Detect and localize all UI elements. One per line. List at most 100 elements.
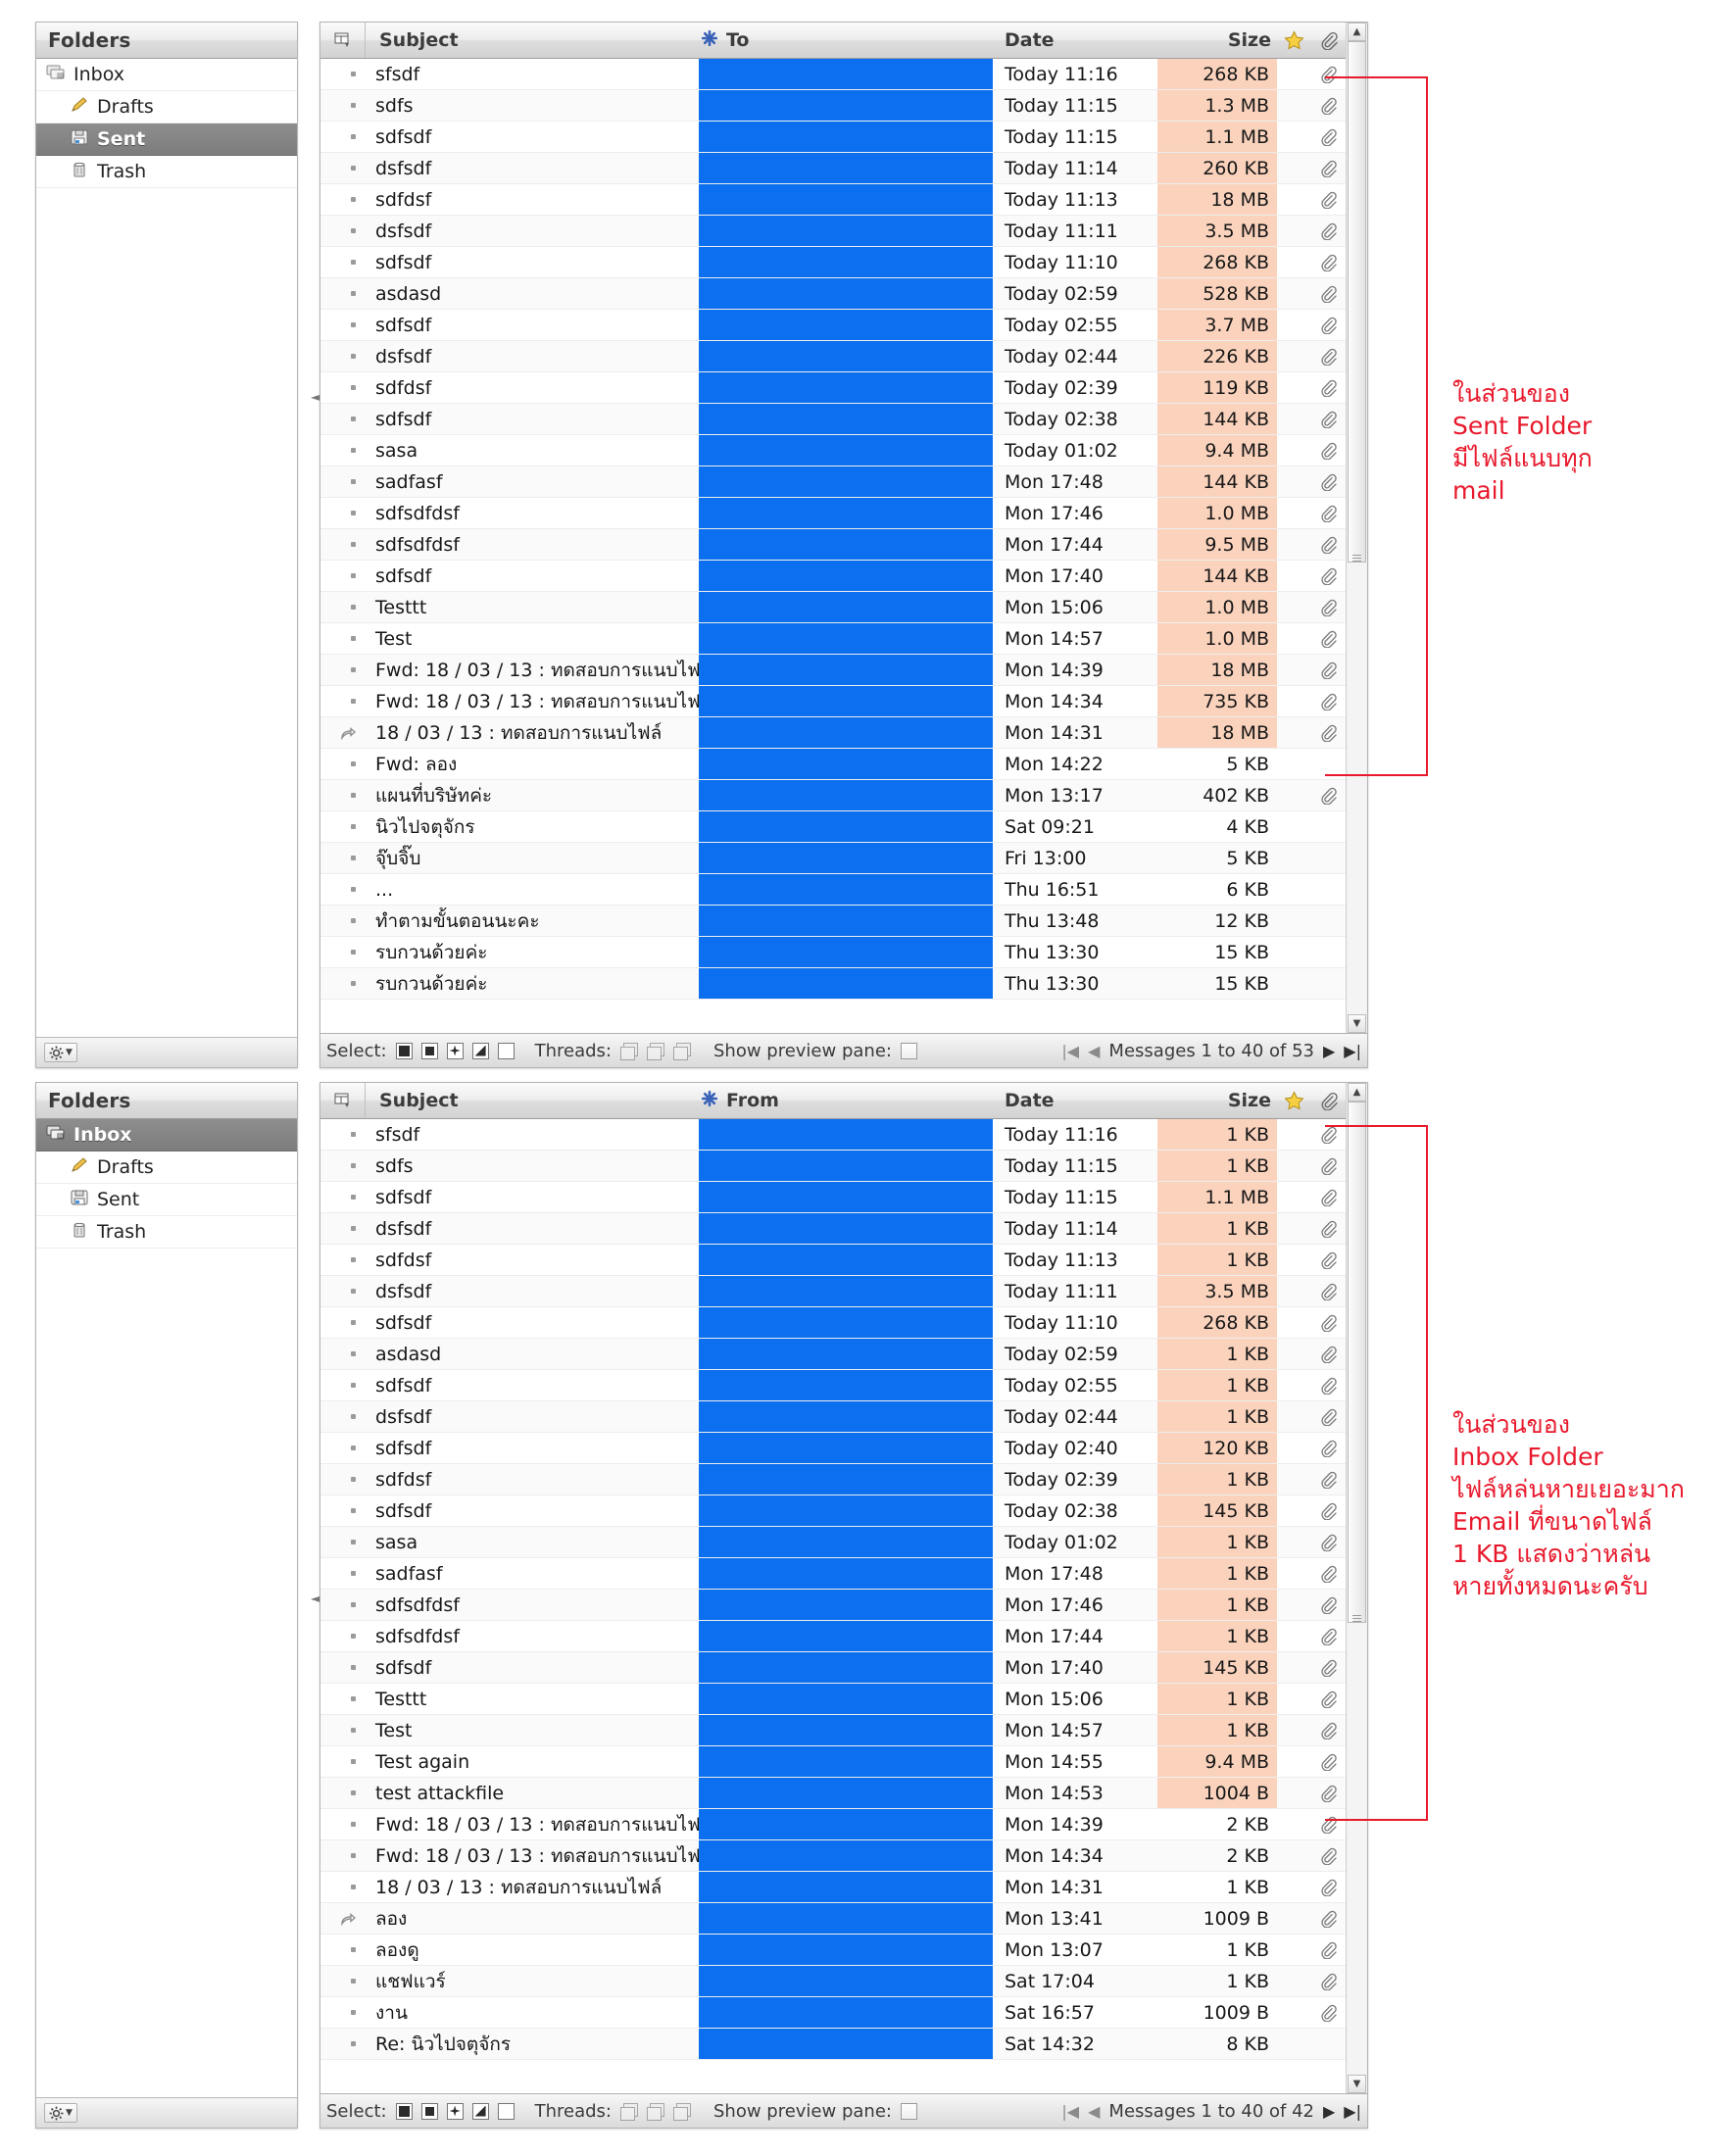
unread-dot-icon[interactable] <box>320 278 366 309</box>
pane-splitter[interactable]: ◄ <box>310 22 319 1068</box>
table-row[interactable]: dsfsdf Today 11:14 260 KB <box>320 153 1346 184</box>
cell-subject[interactable]: 18 / 03 / 13 : ทดสอบการแนบไฟล์ <box>366 1872 699 1902</box>
unread-dot-icon[interactable] <box>320 435 366 466</box>
forwarded-icon[interactable] <box>320 1903 366 1934</box>
folder-item-trash[interactable]: Trash <box>36 1216 297 1249</box>
select-page-button[interactable] <box>420 1042 438 1059</box>
cell-subject[interactable]: ลองดู <box>366 1935 699 1965</box>
cell-star-toggle[interactable] <box>1277 1182 1310 1212</box>
cell-star-toggle[interactable] <box>1277 623 1310 654</box>
unread-dot-icon[interactable] <box>320 1307 366 1338</box>
cell-subject[interactable]: นิวไปจตุจักร <box>366 811 699 842</box>
cell-subject[interactable]: Testtt <box>366 1684 699 1714</box>
unread-dot-icon[interactable] <box>320 1276 366 1306</box>
table-row[interactable]: Fwd: 18 / 03 / 13 : ทดสอบการแนบไฟล์ Mon 1… <box>320 686 1346 717</box>
cell-star-toggle[interactable] <box>1277 529 1310 560</box>
scrollbar-track[interactable] <box>1348 1102 1366 2075</box>
cell-subject[interactable]: test attackfile <box>366 1778 699 1808</box>
table-row[interactable]: sasa Today 01:02 9.4 MB <box>320 435 1346 466</box>
cell-star-toggle[interactable] <box>1277 1213 1310 1244</box>
unread-dot-icon[interactable] <box>320 1715 366 1745</box>
table-row[interactable]: sdfdsf Today 02:39 119 KB <box>320 372 1346 404</box>
unread-dot-icon[interactable] <box>320 59 366 89</box>
cell-subject[interactable]: Re: นิวไปจตุจักร <box>366 2029 699 2059</box>
table-row[interactable]: 18 / 03 / 13 : ทดสอบการแนบไฟล์ Mon 14:31 1… <box>320 1872 1346 1903</box>
cell-star-toggle[interactable] <box>1277 811 1310 842</box>
cell-star-toggle[interactable] <box>1277 435 1310 466</box>
unread-dot-icon[interactable] <box>320 1370 366 1400</box>
folder-item-inbox[interactable]: Inbox <box>36 1119 297 1152</box>
table-row[interactable]: sdfs Today 11:15 1 KB <box>320 1151 1346 1182</box>
table-row[interactable]: test attackfile Mon 14:53 1004 B <box>320 1778 1346 1809</box>
cell-star-toggle[interactable] <box>1277 717 1310 748</box>
unread-dot-icon[interactable] <box>320 655 366 685</box>
paperclip-icon[interactable] <box>1310 23 1346 58</box>
cell-subject[interactable]: dsfsdf <box>366 1401 699 1432</box>
cell-star-toggle[interactable] <box>1277 216 1310 246</box>
cell-star-toggle[interactable] <box>1277 341 1310 371</box>
cell-star-toggle[interactable] <box>1277 1621 1310 1651</box>
cell-star-toggle[interactable] <box>1277 90 1310 121</box>
preview-pane-checkbox[interactable] <box>900 1042 917 1059</box>
next-page-button[interactable]: ▶ <box>1323 2102 1335 2121</box>
unread-dot-icon[interactable] <box>320 1433 366 1463</box>
cell-star-toggle[interactable] <box>1277 686 1310 716</box>
cell-star-toggle[interactable] <box>1277 2029 1310 2059</box>
unread-dot-icon[interactable] <box>320 968 366 999</box>
table-row[interactable]: Re: นิวไปจตุจักร Sat 14:32 8 KB <box>320 2029 1346 2060</box>
table-row[interactable]: Test Mon 14:57 1 KB <box>320 1715 1346 1746</box>
cell-subject[interactable]: sfsdf <box>366 59 699 89</box>
cell-subject[interactable]: sdfsdfdsf <box>366 1590 699 1620</box>
unread-dot-icon[interactable] <box>320 811 366 842</box>
cell-subject[interactable]: sdfsdf <box>366 404 699 434</box>
cell-subject[interactable]: Fwd: 18 / 03 / 13 : ทดสอบการแนบไฟล์ <box>366 686 699 716</box>
table-row[interactable]: Testtt Mon 15:06 1.0 MB <box>320 592 1346 623</box>
table-row[interactable]: sdfsdf Today 02:40 120 KB <box>320 1433 1346 1464</box>
cell-star-toggle[interactable] <box>1277 1746 1310 1777</box>
cell-star-toggle[interactable] <box>1277 498 1310 528</box>
column-header-subject[interactable]: Subject <box>366 1083 699 1118</box>
scrollbar-track[interactable] <box>1348 41 1366 1014</box>
unread-dot-icon[interactable] <box>320 122 366 152</box>
cell-subject[interactable]: Fwd: ลอง <box>366 749 699 779</box>
cell-star-toggle[interactable] <box>1277 1433 1310 1463</box>
pane-splitter[interactable]: ◄ <box>310 1082 319 2129</box>
table-row[interactable]: Test again Mon 14:55 9.4 MB <box>320 1746 1346 1778</box>
first-page-button[interactable]: |◀ <box>1061 2102 1079 2121</box>
unread-dot-icon[interactable] <box>320 1621 366 1651</box>
cell-subject[interactable]: sdfsdf <box>366 1307 699 1338</box>
cell-star-toggle[interactable] <box>1277 184 1310 215</box>
table-row[interactable]: sdfsdf Today 02:55 3.7 MB <box>320 310 1346 341</box>
folder-item-trash[interactable]: Trash <box>36 156 297 188</box>
unread-dot-icon[interactable] <box>320 341 366 371</box>
unread-dot-icon[interactable] <box>320 1495 366 1526</box>
cell-subject[interactable]: sdfsdf <box>366 310 699 340</box>
table-row[interactable]: dsfsdf Today 11:11 3.5 MB <box>320 216 1346 247</box>
table-row[interactable]: sdfsdfdsf Mon 17:44 9.5 MB <box>320 529 1346 561</box>
cell-subject[interactable]: จุ๊บจิ๊บ <box>366 843 699 873</box>
cell-subject[interactable]: dsfsdf <box>366 216 699 246</box>
unread-dot-icon[interactable] <box>320 184 366 215</box>
cell-subject[interactable]: sdfsdf <box>366 1370 699 1400</box>
table-row[interactable]: ลองดู Mon 13:07 1 KB <box>320 1935 1346 1966</box>
cell-subject[interactable]: sdfs <box>366 90 699 121</box>
select-flagged-button[interactable] <box>471 1042 489 1059</box>
table-row[interactable]: ... Thu 16:51 6 KB <box>320 874 1346 906</box>
unread-dot-icon[interactable] <box>320 937 366 967</box>
paperclip-icon[interactable] <box>1310 1083 1346 1118</box>
folder-item-drafts[interactable]: Drafts <box>36 91 297 123</box>
cell-star-toggle[interactable] <box>1277 278 1310 309</box>
expand-unread-threads-button[interactable] <box>646 1042 664 1060</box>
column-header-from[interactable]: From <box>699 1083 993 1118</box>
cell-subject[interactable]: sdfs <box>366 1151 699 1181</box>
unread-dot-icon[interactable] <box>320 1182 366 1212</box>
scrollbar-thumb[interactable] <box>1348 41 1366 563</box>
cell-star-toggle[interactable] <box>1277 1684 1310 1714</box>
cell-subject[interactable]: sadfasf <box>366 1558 699 1589</box>
cell-star-toggle[interactable] <box>1277 466 1310 497</box>
cell-star-toggle[interactable] <box>1277 906 1310 936</box>
unread-dot-icon[interactable] <box>320 1652 366 1683</box>
first-page-button[interactable]: |◀ <box>1061 1042 1079 1060</box>
folder-item-sent[interactable]: Sent <box>36 123 297 156</box>
cell-subject[interactable]: dsfsdf <box>366 1213 699 1244</box>
